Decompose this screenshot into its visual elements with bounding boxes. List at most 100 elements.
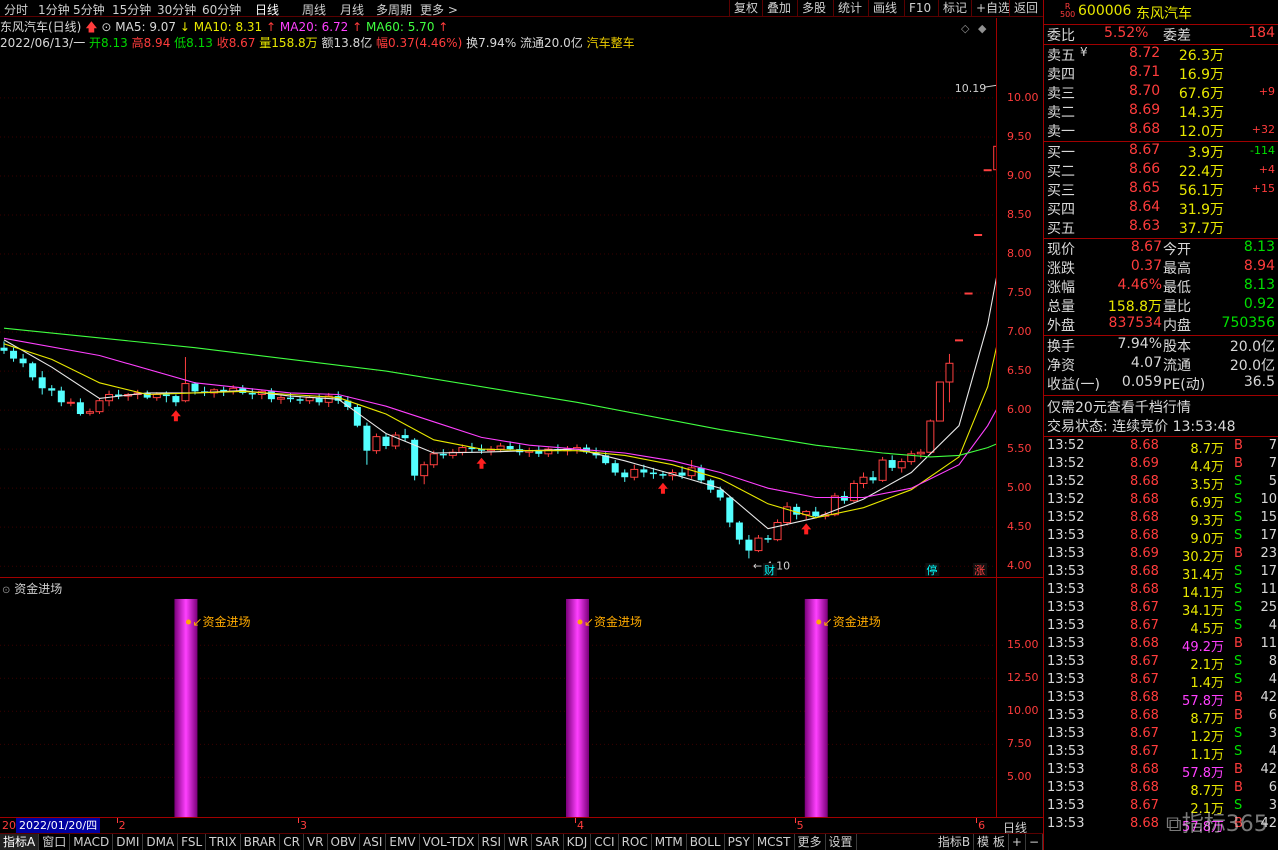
indicator-tab-23[interactable]: MCST [754,834,795,850]
indicator-tab-0[interactable]: 指标A [0,834,40,850]
indicator-tab-21[interactable]: BOLL [687,834,725,850]
sector-link[interactable]: 汽车整车 [587,36,635,50]
indicator-tab-13[interactable]: VOL-TDX [420,834,479,850]
indicator-tab-15[interactable]: WR [505,834,533,850]
candle-38 [363,422,371,465]
candle-78 [745,534,753,559]
bid-level-1[interactable]: 买二 8.66 22.4万 +4 [1044,161,1278,180]
trade-tick-row: 13:53 8.68 8.7万 B 6 [1044,780,1278,799]
indicator-tab-9[interactable]: VR [304,834,328,850]
bid-level-2[interactable]: 买三 8.65 56.1万 +15 [1044,180,1278,199]
price-tick-label: 5.50 [1007,442,1032,456]
settings-dot-icon[interactable]: ⊙ [101,20,111,34]
period-tab-1[interactable]: 1分钟 [38,1,70,18]
capital-inflow-chart[interactable]: ↙资金进场 ↙资金进场 ↙资金进场 [0,595,996,817]
indicator-tab-11[interactable]: ASI [360,834,387,850]
promo-link[interactable]: 仅需20元查看千档行情 [1047,397,1191,417]
indicator-tab-3[interactable]: DMI [113,834,144,850]
trade-tick-row: 13:53 8.68 49.2万 B 11 [1044,636,1278,655]
indicator-tab-4[interactable]: DMA [143,834,179,850]
period-tab-5[interactable]: 60分钟 [202,1,241,18]
level-label: 卖四 [1047,67,1075,83]
toolbar-button-4[interactable]: 画线 [868,0,901,17]
period-tab-3[interactable]: 15分钟 [112,1,151,18]
indicator-right-button-0[interactable]: 指标B [935,834,975,850]
indicator-tab-14[interactable]: RSI [479,834,506,850]
trade-tick-row: 13:53 8.68 9.0万 S 17 [1044,528,1278,547]
indicator-tab-24[interactable]: 更多 [795,834,826,850]
indicator-tab-22[interactable]: PSY [725,834,754,850]
chart-diamond-icon[interactable]: ◇ [961,22,969,35]
event-marker-0[interactable]: 财 [764,563,775,577]
indicator-tab-8[interactable]: CR [280,834,304,850]
tick-price: 8.69 [1130,456,1159,471]
tick-side: S [1234,618,1243,633]
candle-90 [859,472,868,489]
toolbar-button-7[interactable]: +自选 [971,0,1014,17]
ask-level-4[interactable]: 卖一 8.68 12.0万 +32 [1044,121,1278,140]
trade-tick-row: 13:53 8.67 34.1万 S 25 [1044,600,1278,619]
tick-count: 17 [1260,528,1277,543]
indicator-tab-25[interactable]: 设置 [826,834,857,850]
trade-tick-row: 13:53 8.67 2.1万 S 8 [1044,654,1278,673]
bid-level-0[interactable]: 买一 8.67 3.9万 -114 [1044,142,1278,161]
sub-chart-axis: 5.00 7.50 10.00 12.50 15.00 [996,578,1043,818]
tick-volume: 2.1万 [1190,658,1224,673]
candlestick-chart[interactable]: 10.19← 4.10财停涨跌榜 [0,50,996,577]
pane-divider[interactable] [0,577,1043,578]
toolbar-button-3[interactable]: 统计 [833,0,866,17]
indicator-tab-12[interactable]: EMV [386,834,420,850]
indicator-tab-18[interactable]: CCI [591,834,619,850]
tick-volume: 30.2万 [1182,550,1224,565]
candle-22 [210,388,219,398]
toolbar-button-1[interactable]: 叠加 [762,0,795,17]
toolbar-button-2[interactable]: 多股 [797,0,830,17]
indicator-right-button-1[interactable]: 模 板 [974,834,1009,850]
period-tab-8[interactable]: 月线 [340,1,364,18]
ask-level-0[interactable]: 卖五 ¥8.72 26.3万 [1044,45,1278,64]
period-tab-10[interactable]: 更多 > [420,1,458,18]
ask-level-1[interactable]: 卖四 8.71 16.9万 [1044,64,1278,83]
period-tab-9[interactable]: 多周期 [376,1,412,18]
period-tab-6[interactable]: 日线 [255,1,279,18]
period-tab-2[interactable]: 5分钟 [73,1,105,18]
indicator-tab-6[interactable]: TRIX [206,834,241,850]
indicator-tab-17[interactable]: KDJ [564,834,592,850]
indicator-tab-5[interactable]: FSL [178,834,207,850]
event-marker-1[interactable]: 停 [926,563,937,577]
toolbar-button-0[interactable]: 复权 [729,0,762,17]
bid-level-4[interactable]: 买五 8.63 37.7万 [1044,218,1278,237]
indicator-tab-bar: 指标A 窗口 MACD DMI DMA FSL TRIX BRAR CR VR OBV ASI EMV V… [0,833,1043,850]
ask-level-3[interactable]: 卖二 8.69 14.3万 [1044,102,1278,121]
status-label: 交易状态: [1047,419,1108,435]
period-tab-4[interactable]: 30分钟 [157,1,196,18]
toolbar-button-5[interactable]: F10 [904,0,935,17]
chart-title[interactable]: 东风汽车(日线) [0,20,81,34]
bid-level-3[interactable]: 买四 8.64 31.9万 [1044,199,1278,218]
indicator-tab-7[interactable]: BRAR [241,834,281,850]
event-marker-2[interactable]: 涨 [974,564,985,577]
candle-34 [324,392,333,407]
indicator-tab-20[interactable]: MTM [652,834,687,850]
indicator-tab-10[interactable]: OBV [328,834,361,850]
candle-81 [773,519,782,542]
candle-77 [735,520,743,545]
indicator-tab-2[interactable]: MACD [70,834,114,850]
candle-47 [448,449,457,459]
ask-level-2[interactable]: 卖三 8.70 67.6万 +9 [1044,83,1278,102]
stat-value: 8.94 [1243,258,1275,274]
toolbar-button-6[interactable]: 标记 [938,0,971,17]
period-tab-7[interactable]: 周线 [302,1,326,18]
indicator-tab-16[interactable]: SAR [532,834,564,850]
indicator-tab-19[interactable]: ROC [619,834,652,850]
chart-diamond-icon[interactable]: ◆ [978,22,986,35]
indicator-right-button-2[interactable]: + [1009,834,1026,850]
indicator-right-button-3[interactable]: − [1026,834,1043,850]
toolbar-button-8[interactable]: 返回 [1009,0,1042,17]
candle-79 [754,534,763,553]
stat-value: 4.46% [1117,277,1162,293]
stock-name[interactable]: 东风汽车 [1136,3,1192,23]
stock-code[interactable]: 600006 [1078,3,1131,19]
indicator-tab-1[interactable]: 窗口 [39,834,71,850]
period-tab-0[interactable]: 分时 [4,1,28,18]
